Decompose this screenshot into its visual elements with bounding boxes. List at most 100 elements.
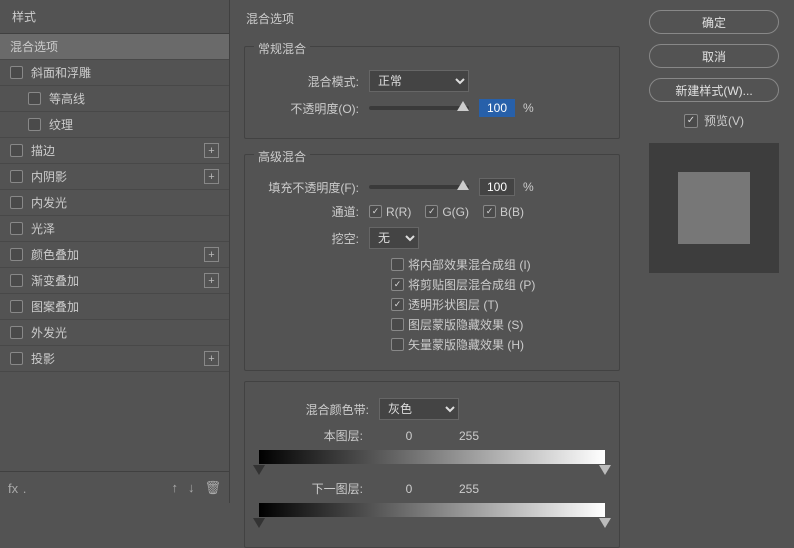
style-item-label: 混合选项 [10, 38, 219, 55]
style-item-label: 渐变叠加 [31, 272, 219, 289]
style-item-3[interactable]: 纹理 [0, 112, 229, 138]
ok-button[interactable]: 确定 [649, 10, 779, 34]
style-list: 混合选项斜面和浮雕等高线纹理描边+内阴影+内发光光泽颜色叠加+渐变叠加+图案叠加… [0, 34, 229, 471]
preview-box [649, 143, 779, 273]
adv-option-1: 将剪贴图层混合成组 (P) [259, 276, 605, 293]
style-item-label: 内发光 [31, 194, 219, 211]
style-checkbox[interactable] [10, 196, 23, 209]
adv-option-label: 透明形状图层 (T) [408, 296, 499, 313]
adv-option-label: 将剪贴图层混合成组 (P) [408, 276, 535, 293]
under-layer-label: 下一图层: [259, 480, 379, 497]
channel-r-checkbox[interactable] [369, 205, 382, 218]
style-checkbox[interactable] [10, 66, 23, 79]
new-style-button[interactable]: 新建样式(W)... [649, 78, 779, 102]
style-item-label: 图案叠加 [31, 298, 219, 315]
style-item-label: 投影 [31, 350, 219, 367]
adv-option-checkbox[interactable] [391, 338, 404, 351]
adv-option-label: 将内部效果混合成组 (I) [408, 256, 531, 273]
basic-blend-group: 混合模式: 正常 不透明度(O): 100 % [244, 46, 620, 139]
under-layer-v1: 255 [439, 482, 499, 496]
style-checkbox[interactable] [28, 92, 41, 105]
fill-opacity-value[interactable]: 100 [479, 178, 515, 196]
style-checkbox[interactable] [10, 248, 23, 261]
styles-header: 样式 [0, 0, 229, 34]
adv-option-checkbox[interactable] [391, 258, 404, 271]
opacity-pct: % [523, 101, 534, 115]
blend-if-select[interactable]: 灰色 [379, 398, 459, 420]
blend-options-title: 混合选项 [244, 6, 620, 31]
preview-checkbox[interactable] [684, 114, 698, 128]
this-layer-v0: 0 [379, 429, 439, 443]
style-item-1[interactable]: 斜面和浮雕 [0, 60, 229, 86]
this-layer-gradient[interactable] [259, 450, 605, 464]
style-item-11[interactable]: 外发光 [0, 320, 229, 346]
fx-icon[interactable]: fx﹒ [8, 478, 31, 497]
basic-group-title: 常规混合 [254, 40, 310, 57]
adv-option-checkbox[interactable] [391, 298, 404, 311]
style-checkbox[interactable] [10, 300, 23, 313]
adv-option-4: 矢量蒙版隐藏效果 (H) [259, 336, 605, 353]
adv-option-label: 矢量蒙版隐藏效果 (H) [408, 336, 524, 353]
style-item-12[interactable]: 投影+ [0, 346, 229, 372]
fill-opacity-slider[interactable] [369, 185, 469, 189]
style-item-label: 纹理 [49, 116, 219, 133]
add-effect-icon[interactable]: + [204, 247, 219, 262]
style-item-label: 斜面和浮雕 [31, 64, 219, 81]
channels-label: 通道: [259, 203, 369, 220]
style-item-10[interactable]: 图案叠加 [0, 294, 229, 320]
adv-option-checkbox[interactable] [391, 318, 404, 331]
style-item-label: 等高线 [49, 90, 219, 107]
style-item-0[interactable]: 混合选项 [0, 34, 229, 60]
style-item-8[interactable]: 颜色叠加+ [0, 242, 229, 268]
style-item-label: 光泽 [31, 220, 219, 237]
style-item-label: 内阴影 [31, 168, 219, 185]
blend-if-label: 混合颜色带: [259, 401, 379, 418]
style-item-7[interactable]: 光泽 [0, 216, 229, 242]
style-item-2[interactable]: 等高线 [0, 86, 229, 112]
preview-checkbox-row: 预览(V) [684, 112, 744, 129]
opacity-label: 不透明度(O): [259, 100, 369, 117]
preview-swatch [678, 172, 750, 244]
channel-b-checkbox[interactable] [483, 205, 496, 218]
this-layer-v1: 255 [439, 429, 499, 443]
style-checkbox[interactable] [10, 326, 23, 339]
channel-g-checkbox[interactable] [425, 205, 438, 218]
blend-mode-label: 混合模式: [259, 73, 369, 90]
style-checkbox[interactable] [10, 352, 23, 365]
style-item-label: 描边 [31, 142, 219, 159]
knockout-label: 挖空: [259, 230, 369, 247]
style-item-6[interactable]: 内发光 [0, 190, 229, 216]
trash-icon[interactable]: 🗑 [204, 480, 221, 496]
fill-opacity-label: 填充不透明度(F): [259, 179, 369, 196]
add-effect-icon[interactable]: + [204, 169, 219, 184]
style-item-label: 颜色叠加 [31, 246, 219, 263]
style-checkbox[interactable] [10, 222, 23, 235]
adv-option-checkbox[interactable] [391, 278, 404, 291]
this-layer-label: 本图层: [259, 427, 379, 444]
style-checkbox[interactable] [10, 274, 23, 287]
add-effect-icon[interactable]: + [204, 351, 219, 366]
opacity-value[interactable]: 100 [479, 99, 515, 117]
under-layer-gradient[interactable] [259, 503, 605, 517]
blend-if-group: 混合颜色带: 灰色 本图层: 0 255 下一图层: 0 255 [244, 381, 620, 548]
move-up-icon[interactable]: ↑ [171, 480, 178, 495]
style-item-4[interactable]: 描边+ [0, 138, 229, 164]
add-effect-icon[interactable]: + [204, 143, 219, 158]
style-checkbox[interactable] [10, 144, 23, 157]
move-down-icon[interactable]: ↓ [188, 480, 195, 495]
cancel-button[interactable]: 取消 [649, 44, 779, 68]
add-effect-icon[interactable]: + [204, 273, 219, 288]
blend-mode-select[interactable]: 正常 [369, 70, 469, 92]
knockout-select[interactable]: 无 [369, 227, 419, 249]
adv-option-label: 图层蒙版隐藏效果 (S) [408, 316, 523, 333]
opacity-slider[interactable] [369, 106, 469, 110]
adv-option-3: 图层蒙版隐藏效果 (S) [259, 316, 605, 333]
style-checkbox[interactable] [10, 170, 23, 183]
advanced-blend-group: 填充不透明度(F): 100 % 通道: R(R) G(G) B(B) 挖空: … [244, 154, 620, 371]
preview-label: 预览(V) [704, 112, 744, 129]
advanced-group-title: 高级混合 [254, 148, 310, 165]
style-item-5[interactable]: 内阴影+ [0, 164, 229, 190]
style-checkbox[interactable] [28, 118, 41, 131]
style-item-9[interactable]: 渐变叠加+ [0, 268, 229, 294]
adv-option-0: 将内部效果混合成组 (I) [259, 256, 605, 273]
